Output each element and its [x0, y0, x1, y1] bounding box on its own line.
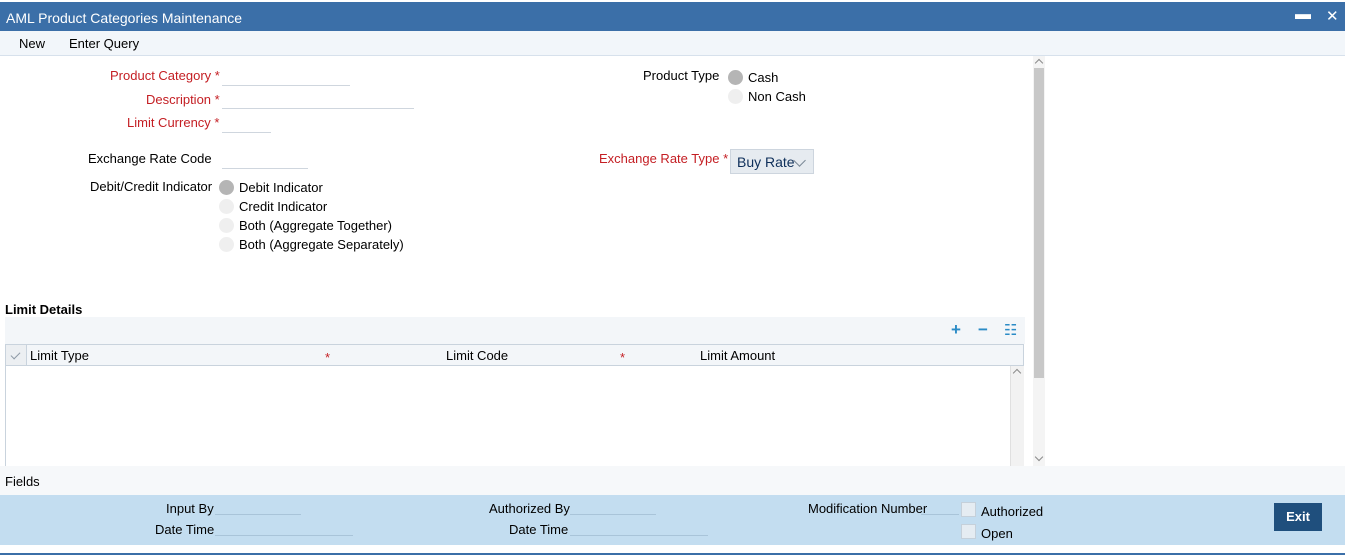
- credit-indicator-radio[interactable]: [219, 199, 234, 214]
- cash-radio-label: Cash: [748, 70, 779, 85]
- scroll-up-icon[interactable]: [1034, 58, 1044, 68]
- scroll-up-icon[interactable]: [1012, 368, 1022, 378]
- limit-details-toolbar: + − ☷: [5, 317, 1025, 344]
- both-aggregate-together-radio[interactable]: [219, 218, 234, 233]
- form-scrollbar[interactable]: [1033, 56, 1045, 466]
- limit-details-header: Limit Type * Limit Code * Limit Amount: [5, 344, 1024, 366]
- audit-footer: Input By Date Time Authorized By Date Ti…: [0, 495, 1345, 545]
- both-aggregate-together-label: Both (Aggregate Together): [239, 218, 392, 233]
- authorized-by-value: [570, 514, 656, 515]
- select-all-checkbox[interactable]: [6, 345, 27, 365]
- date-time-label: Date Time: [155, 522, 215, 537]
- new-menu-item[interactable]: New: [19, 36, 45, 51]
- close-icon[interactable]: ✕: [1326, 7, 1339, 25]
- authorized-by-label: Authorized By: [489, 501, 570, 516]
- exchange-rate-code-input[interactable]: [222, 151, 308, 169]
- authorized-checkbox[interactable]: [961, 502, 976, 517]
- fields-bar: Fields: [0, 466, 1345, 495]
- description-input[interactable]: [222, 91, 414, 109]
- limit-code-column-header[interactable]: Limit Code: [446, 348, 508, 363]
- authorized-checkbox-label: Authorized: [981, 504, 1044, 519]
- product-type-label: Product Type: [643, 68, 720, 83]
- list-view-icon[interactable]: ☷: [1004, 321, 1017, 339]
- scrollbar-thumb[interactable]: [1034, 68, 1044, 378]
- debit-indicator-radio[interactable]: [219, 180, 234, 195]
- grid-scrollbar[interactable]: [1010, 366, 1024, 466]
- debit-credit-indicator-label: Debit/Credit Indicator: [90, 179, 213, 194]
- modification-number-label: Modification Number: [808, 501, 928, 516]
- open-checkbox-label: Open: [981, 526, 1013, 541]
- input-by-label: Input By: [166, 501, 214, 516]
- both-aggregate-separately-radio[interactable]: [219, 237, 234, 252]
- debit-indicator-label: Debit Indicator: [239, 180, 323, 195]
- exchange-rate-type-label: Exchange Rate Type *: [599, 151, 729, 166]
- non-cash-radio[interactable]: [728, 89, 743, 104]
- scroll-down-icon[interactable]: [1034, 452, 1044, 462]
- minimize-icon[interactable]: ▬: [1295, 6, 1311, 24]
- description-label: Description *: [146, 92, 220, 107]
- date-time-value: [215, 535, 353, 536]
- limit-code-required-marker: *: [620, 350, 626, 365]
- limit-type-column-header[interactable]: Limit Type: [30, 348, 89, 363]
- input-by-value: [215, 514, 301, 515]
- limit-details-grid-body: [5, 366, 1024, 466]
- exchange-rate-type-value: Buy Rate: [737, 154, 795, 170]
- fields-link[interactable]: Fields: [5, 474, 40, 489]
- exchange-rate-code-label: Exchange Rate Code: [88, 151, 212, 166]
- modification-number-value: [921, 514, 959, 515]
- exit-button[interactable]: Exit: [1274, 503, 1322, 531]
- product-category-label: Product Category *: [110, 68, 220, 83]
- authorized-date-time-value: [570, 535, 708, 536]
- exchange-rate-type-select[interactable]: Buy Rate: [730, 149, 814, 174]
- credit-indicator-label: Credit Indicator: [239, 199, 328, 214]
- limit-currency-label: Limit Currency *: [127, 115, 220, 130]
- product-category-input[interactable]: [222, 68, 350, 86]
- non-cash-radio-label: Non Cash: [748, 89, 806, 104]
- add-row-icon[interactable]: +: [951, 320, 961, 340]
- limit-amount-column-header[interactable]: Limit Amount: [700, 348, 775, 363]
- title-bar: AML Product Categories Maintenance ▬ ✕: [0, 2, 1345, 31]
- cash-radio[interactable]: [728, 70, 743, 85]
- delete-row-icon[interactable]: −: [978, 320, 988, 340]
- both-aggregate-separately-label: Both (Aggregate Separately): [239, 237, 404, 252]
- window-title: AML Product Categories Maintenance: [6, 10, 243, 26]
- limit-currency-input[interactable]: [222, 115, 271, 133]
- chevron-down-icon: [793, 154, 806, 167]
- open-checkbox[interactable]: [961, 524, 976, 539]
- limit-type-required-marker: *: [325, 350, 331, 365]
- limit-details-title: Limit Details: [5, 302, 83, 317]
- bottom-border: [0, 553, 1345, 555]
- authorized-date-time-label: Date Time: [509, 522, 569, 537]
- main-form: Product Category * Description * Limit C…: [0, 56, 1030, 466]
- menu-bar: New Enter Query: [0, 31, 1345, 56]
- enter-query-menu-item[interactable]: Enter Query: [69, 36, 139, 51]
